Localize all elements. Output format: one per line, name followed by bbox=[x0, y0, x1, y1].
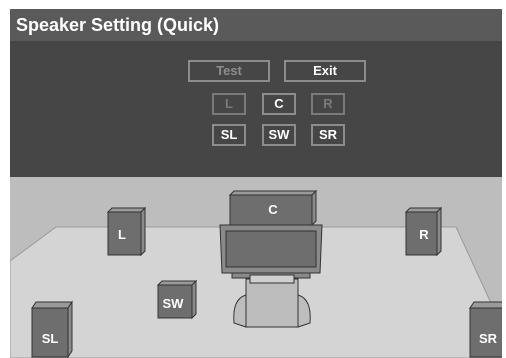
page-title: Speaker Setting (Quick) bbox=[10, 9, 502, 41]
channel-l-button[interactable]: L bbox=[212, 93, 246, 115]
test-button[interactable]: Test bbox=[188, 60, 270, 82]
speaker-label-c: C bbox=[268, 202, 278, 217]
channel-sr-button[interactable]: SR bbox=[311, 124, 345, 146]
speaker-surround-left[interactable]: SL bbox=[31, 300, 73, 358]
speaker-center[interactable]: C bbox=[228, 189, 318, 227]
speaker-label-r: R bbox=[419, 227, 429, 242]
speaker-label-l: L bbox=[118, 227, 126, 242]
menu-panel: Test Exit L C R SL SW SR bbox=[10, 41, 502, 177]
speaker-front-left[interactable]: L bbox=[106, 206, 147, 257]
room-illustration: L R C SW SL SR bbox=[10, 189, 502, 358]
speaker-label-sl: SL bbox=[42, 331, 59, 346]
tv-icon bbox=[219, 224, 323, 279]
channel-c-button[interactable]: C bbox=[262, 93, 296, 115]
exit-button[interactable]: Exit bbox=[284, 60, 366, 82]
speaker-label-sw: SW bbox=[163, 296, 185, 311]
room-diagram: L R C SW SL SR bbox=[10, 177, 502, 358]
channel-sl-button[interactable]: SL bbox=[212, 124, 246, 146]
speaker-front-right[interactable]: R bbox=[404, 206, 443, 257]
channel-r-button[interactable]: R bbox=[311, 93, 345, 115]
speaker-label-sr: SR bbox=[479, 331, 498, 346]
channel-sw-button[interactable]: SW bbox=[262, 124, 296, 146]
speaker-setting-screen: Speaker Setting (Quick) Test Exit L C R … bbox=[10, 9, 502, 358]
speaker-surround-right[interactable]: SR bbox=[469, 301, 502, 358]
speaker-subwoofer[interactable]: SW bbox=[156, 279, 198, 320]
